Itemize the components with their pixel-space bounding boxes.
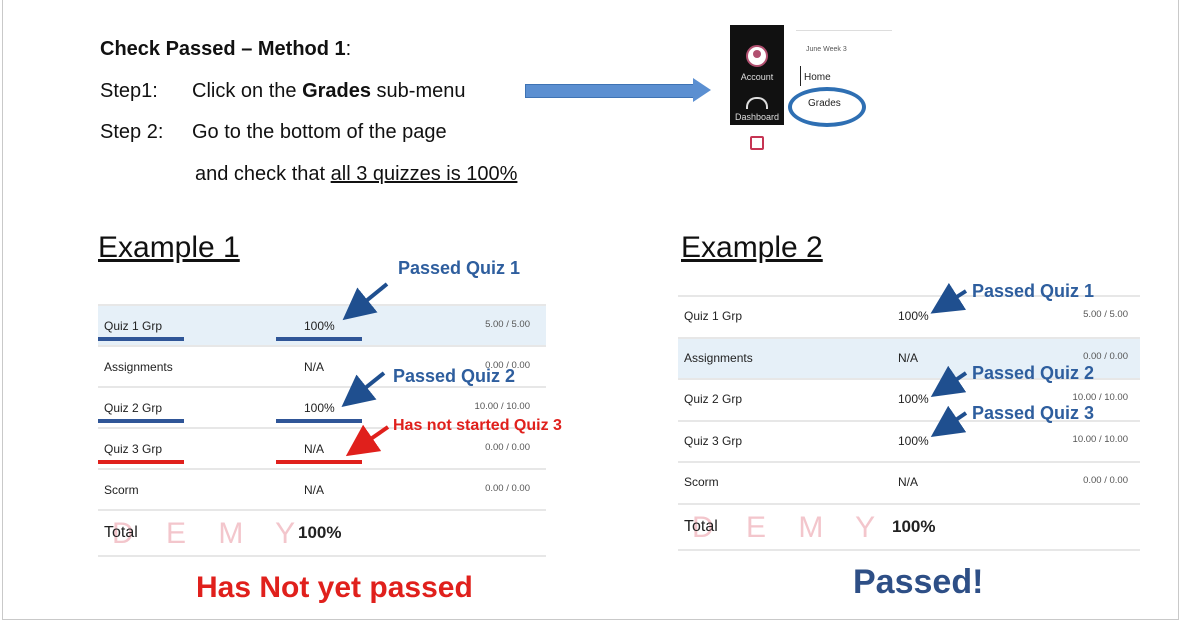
- ex1-arrow-quiz2: [341, 371, 386, 407]
- ex1-arrow-quiz3: [345, 424, 390, 457]
- ex2-arrow-quiz2: [930, 365, 968, 398]
- callout-arrows: [341, 282, 968, 457]
- ex1-arrow-quiz1: [342, 282, 389, 321]
- ex2-arrow-quiz3: [930, 405, 968, 438]
- ex2-arrow-quiz1: [930, 282, 968, 314]
